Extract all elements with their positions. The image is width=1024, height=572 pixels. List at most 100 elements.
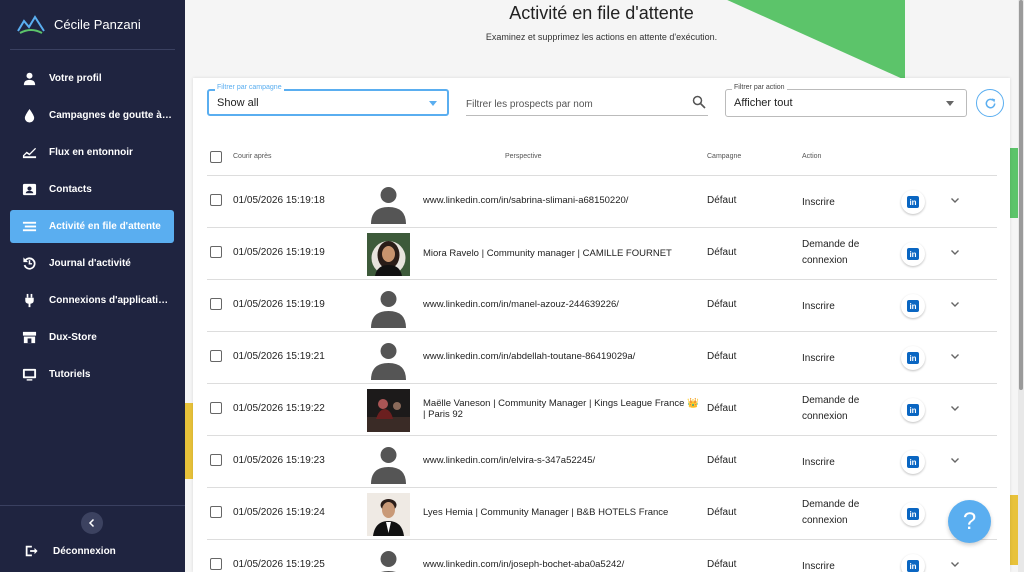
row-campaign: Défaut (707, 195, 737, 206)
sidebar-item-label: Journal d'activité (49, 258, 131, 269)
linkedin-button[interactable]: in (901, 346, 925, 370)
drop-icon (21, 108, 37, 124)
chevron-down-icon[interactable] (949, 402, 961, 414)
row-prospect[interactable]: www.linkedin.com/in/abdellah-toutane-864… (423, 351, 703, 362)
sidebar-item-funnel[interactable]: Flux en entonnoir (10, 136, 174, 169)
prospect-search (466, 92, 708, 116)
row-campaign: Défaut (707, 403, 737, 414)
sidebar-item-contacts[interactable]: Contacts (10, 173, 174, 206)
logout-button[interactable]: Déconnexion (24, 544, 116, 558)
chevron-down-icon[interactable] (949, 454, 961, 466)
sidebar-item-activity-log[interactable]: Journal d'activité (10, 247, 174, 280)
brand[interactable]: Cécile Panzani (16, 10, 141, 38)
column-header-campaign: Campagne (707, 153, 742, 160)
row-date: 01/05/2026 15:19:22 (233, 403, 325, 414)
linkedin-button[interactable]: in (901, 242, 925, 266)
row-prospect[interactable]: www.linkedin.com/in/manel-azouz-24463922… (423, 299, 703, 310)
table-row: 01/05/2026 15:19:18 www.linkedin.com/in/… (207, 175, 997, 227)
row-date: 01/05/2026 15:19:23 (233, 455, 325, 466)
row-date: 01/05/2026 15:19:21 (233, 351, 325, 362)
dropdown-arrow-icon (429, 101, 437, 106)
sidebar-item-label: Contacts (49, 184, 92, 195)
row-action: Demande de connexion (802, 395, 860, 422)
linkedin-button[interactable]: in (901, 190, 925, 214)
chevron-down-icon[interactable] (949, 558, 961, 570)
row-prospect[interactable]: Maëlle Vaneson | Community Manager | Kin… (423, 398, 703, 420)
user-name: Cécile Panzani (54, 16, 141, 32)
decorative-yellow-bar (185, 403, 193, 479)
chevron-down-icon[interactable] (949, 350, 961, 362)
plug-icon (21, 293, 37, 309)
select-all-checkbox[interactable] (210, 151, 222, 163)
linkedin-icon: in (907, 300, 919, 312)
avatar (367, 181, 410, 224)
chevron-down-icon[interactable] (949, 298, 961, 310)
row-checkbox[interactable] (210, 402, 222, 414)
linkedin-icon: in (907, 456, 919, 468)
sidebar-item-profile[interactable]: Votre profil (10, 62, 174, 95)
sidebar-item-label: Dux-Store (49, 332, 97, 343)
row-prospect[interactable]: www.linkedin.com/in/sabrina-slimani-a681… (423, 195, 703, 206)
search-input[interactable] (466, 96, 686, 112)
row-checkbox[interactable] (210, 350, 222, 362)
sidebar-item-label: Tutoriels (49, 369, 91, 380)
chevron-down-icon[interactable] (949, 194, 961, 206)
row-date: 01/05/2026 15:19:25 (233, 559, 325, 570)
scrollbar-thumb[interactable] (1019, 0, 1023, 390)
linkedin-button[interactable]: in (901, 294, 925, 318)
linkedin-icon: in (907, 352, 919, 364)
linkedin-button[interactable]: in (901, 450, 925, 474)
row-action: Inscrire (802, 197, 835, 208)
help-button[interactable]: ? (948, 500, 991, 543)
table-row: 01/05/2026 15:19:22 Maëlle Vaneson | Com… (207, 383, 997, 435)
avatar (367, 493, 410, 536)
avatar (367, 545, 410, 572)
contacts-icon (21, 182, 37, 198)
linkedin-button[interactable]: in (901, 554, 925, 572)
linkedin-icon: in (907, 404, 919, 416)
logout-label: Déconnexion (53, 545, 116, 557)
table-row: 01/05/2026 15:19:24 Lyes Hemia | Communi… (207, 487, 997, 539)
action-filter-label: Filtrer par action (732, 84, 787, 91)
chevron-down-icon[interactable] (949, 246, 961, 258)
campaign-filter-label: Filtrer par campagne (215, 84, 284, 91)
sidebar-item-campaigns[interactable]: Campagnes de goutte à goutte (10, 99, 174, 132)
linkedin-button[interactable]: in (901, 502, 925, 526)
column-header-prospect: Perspective (505, 153, 542, 160)
column-header-run-after: Courir après (233, 153, 272, 160)
row-action: Demande de connexion (802, 499, 860, 526)
chart-icon (21, 145, 37, 161)
row-campaign: Défaut (707, 559, 737, 570)
row-checkbox[interactable] (210, 506, 222, 518)
sidebar-item-label: Votre profil (49, 73, 102, 84)
avatar (367, 337, 410, 380)
row-checkbox[interactable] (210, 558, 222, 570)
row-checkbox[interactable] (210, 454, 222, 466)
action-filter-value: Afficher tout (734, 97, 793, 109)
sidebar-item-tutorials[interactable]: Tutoriels (10, 358, 174, 391)
action-filter-select[interactable]: Filtrer par action Afficher tout (725, 84, 967, 117)
refresh-icon (985, 97, 995, 108)
row-prospect[interactable]: www.linkedin.com/in/elvira-s-347a52245/ (423, 455, 703, 466)
row-prospect[interactable]: Miora Ravelo | Community manager | CAMIL… (423, 248, 703, 259)
row-prospect[interactable]: www.linkedin.com/in/joseph-bochet-aba0a5… (423, 559, 703, 570)
avatar (367, 389, 410, 432)
row-checkbox[interactable] (210, 298, 222, 310)
row-campaign: Défaut (707, 351, 737, 362)
search-icon[interactable] (692, 95, 706, 109)
linkedin-icon: in (907, 248, 919, 260)
row-checkbox[interactable] (210, 194, 222, 206)
logo-icon (17, 15, 45, 34)
row-prospect[interactable]: Lyes Hemia | Community Manager | B&B HOT… (423, 507, 703, 518)
row-date: 01/05/2026 15:19:19 (233, 299, 325, 310)
sidebar-item-dux-store[interactable]: Dux-Store (10, 321, 174, 354)
row-checkbox[interactable] (210, 246, 222, 258)
campaign-filter-select[interactable]: Filtrer par campagne Show all (207, 84, 449, 116)
linkedin-button[interactable]: in (901, 398, 925, 422)
collapse-sidebar-button[interactable] (81, 512, 103, 534)
refresh-button[interactable] (976, 89, 1004, 117)
sidebar-item-queue[interactable]: Activité en file d'attente (10, 210, 174, 243)
table-row: 01/05/2026 15:19:21 www.linkedin.com/in/… (207, 331, 997, 383)
logout-icon (25, 545, 38, 557)
sidebar-item-app-connections[interactable]: Connexions d'applications (10, 284, 174, 317)
